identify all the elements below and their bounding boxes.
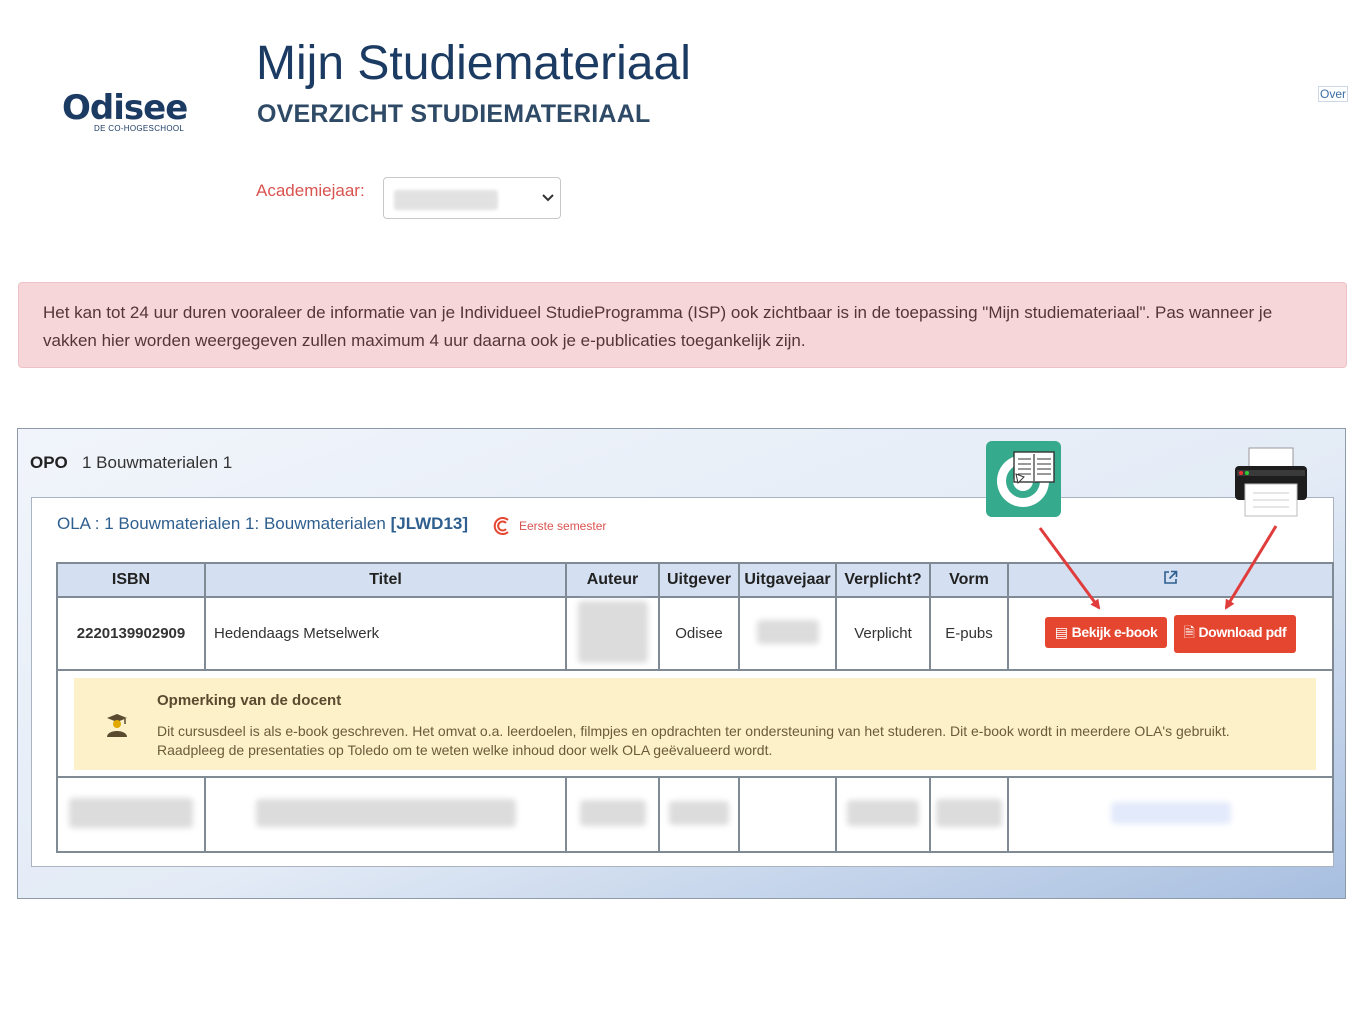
col-header-isbn[interactable]: ISBN <box>56 562 206 598</box>
teacher-note-row: Opmerking van de docent Dit cursusdeel i… <box>56 670 1334 778</box>
academic-year-select[interactable] <box>383 177 561 219</box>
ola-panel: OLA : 1 Bouwmaterialen 1: Bouwmaterialen… <box>31 497 1334 867</box>
semester-label: Eerste semester <box>519 519 607 533</box>
col-header-uitgavejaar[interactable]: Uitgavejaar <box>738 562 837 598</box>
download-pdf-label: Download pdf <box>1198 623 1287 640</box>
cell-redacted <box>835 776 931 853</box>
isp-info-alert: Het kan tot 24 uur duren vooraleer de in… <box>18 282 1347 368</box>
cell-actions: ▤ Bekijk e-book 🗎 Download pdf <box>1007 596 1334 671</box>
cell-redacted <box>565 776 660 853</box>
col-header-auteur[interactable]: Auteur <box>565 562 660 598</box>
opo-heading: OPO 1 Bouwmaterialen 1 <box>30 453 232 473</box>
pdf-file-icon: 🗎 <box>1183 623 1195 640</box>
academic-year-value-redacted <box>394 190 498 210</box>
col-header-uitgever[interactable]: Uitgever <box>658 562 740 598</box>
table-header-row: ISBN Titel Auteur Uitgever Uitgavejaar V… <box>56 562 1334 598</box>
cell-verplicht: Verplicht <box>835 596 931 671</box>
book-icon: ▤ <box>1054 623 1068 640</box>
logo-wordmark: Odisee <box>62 88 188 128</box>
page-title: Mijn Studiemateriaal <box>256 37 691 90</box>
external-link-icon <box>1164 570 1178 584</box>
teacher-note-text: Dit cursusdeel is als e-book geschreven.… <box>157 722 1230 758</box>
cell-uitgavejaar-redacted <box>738 596 837 671</box>
odisee-logo: Odisee DE CO-HOGESCHOOL <box>62 90 197 133</box>
download-pdf-button[interactable]: 🗎 Download pdf <box>1173 614 1297 653</box>
cell-redacted <box>929 776 1009 853</box>
view-ebook-button[interactable]: ▤ Bekijk e-book <box>1044 616 1168 648</box>
col-header-titel[interactable]: Titel <box>204 562 567 598</box>
opo-panel: OPO 1 Bouwmaterialen 1 OLA : 1 Bouwmater… <box>17 428 1346 899</box>
cell-redacted <box>1007 776 1334 853</box>
opo-label: OPO <box>30 453 68 472</box>
table-row: 2220139902909 Hedendaags Metselwerk Odis… <box>56 596 1334 671</box>
page-subtitle: OVERZICHT STUDIEMATERIAAL <box>257 100 651 128</box>
teacher-note-title: Opmerking van de docent <box>157 691 342 709</box>
semester-icon <box>493 517 509 535</box>
cell-auteur-redacted <box>565 596 660 671</box>
teacher-icon <box>107 713 127 737</box>
printer-icon <box>1233 446 1311 520</box>
cell-redacted <box>56 776 206 853</box>
academic-year-label: Academiejaar: <box>256 181 365 200</box>
view-ebook-label: Bekijk e-book <box>1071 623 1158 640</box>
ola-title: OLA : 1 Bouwmaterialen 1: Bouwmaterialen… <box>57 514 468 534</box>
cell-redacted <box>658 776 740 853</box>
chevron-down-icon <box>542 194 554 202</box>
col-header-verplicht[interactable]: Verplicht? <box>835 562 931 598</box>
teacher-note: Opmerking van de docent Dit cursusdeel i… <box>74 677 1316 770</box>
cell-vorm: E-pubs <box>929 596 1009 671</box>
cell-empty <box>738 776 837 853</box>
logo-tagline: DE CO-HOGESCHOOL <box>94 124 185 133</box>
cell-uitgever: Odisee <box>658 596 740 671</box>
ola-name: OLA : 1 Bouwmaterialen 1: Bouwmaterialen <box>57 514 386 533</box>
cell-isbn: 2220139902909 <box>56 596 206 671</box>
col-header-vorm[interactable]: Vorm <box>929 562 1009 598</box>
ola-code: [JLWD13] <box>390 514 469 533</box>
over-link[interactable]: Over <box>1318 86 1349 102</box>
col-header-links <box>1007 562 1334 598</box>
opo-name: 1 Bouwmaterialen 1 <box>81 453 233 472</box>
cell-redacted <box>204 776 567 853</box>
ebook-reader-icon <box>986 441 1061 517</box>
table-row <box>56 776 1334 853</box>
study-material-table: ISBN Titel Auteur Uitgever Uitgavejaar V… <box>56 562 1334 853</box>
cell-titel: Hedendaags Metselwerk <box>204 596 567 671</box>
